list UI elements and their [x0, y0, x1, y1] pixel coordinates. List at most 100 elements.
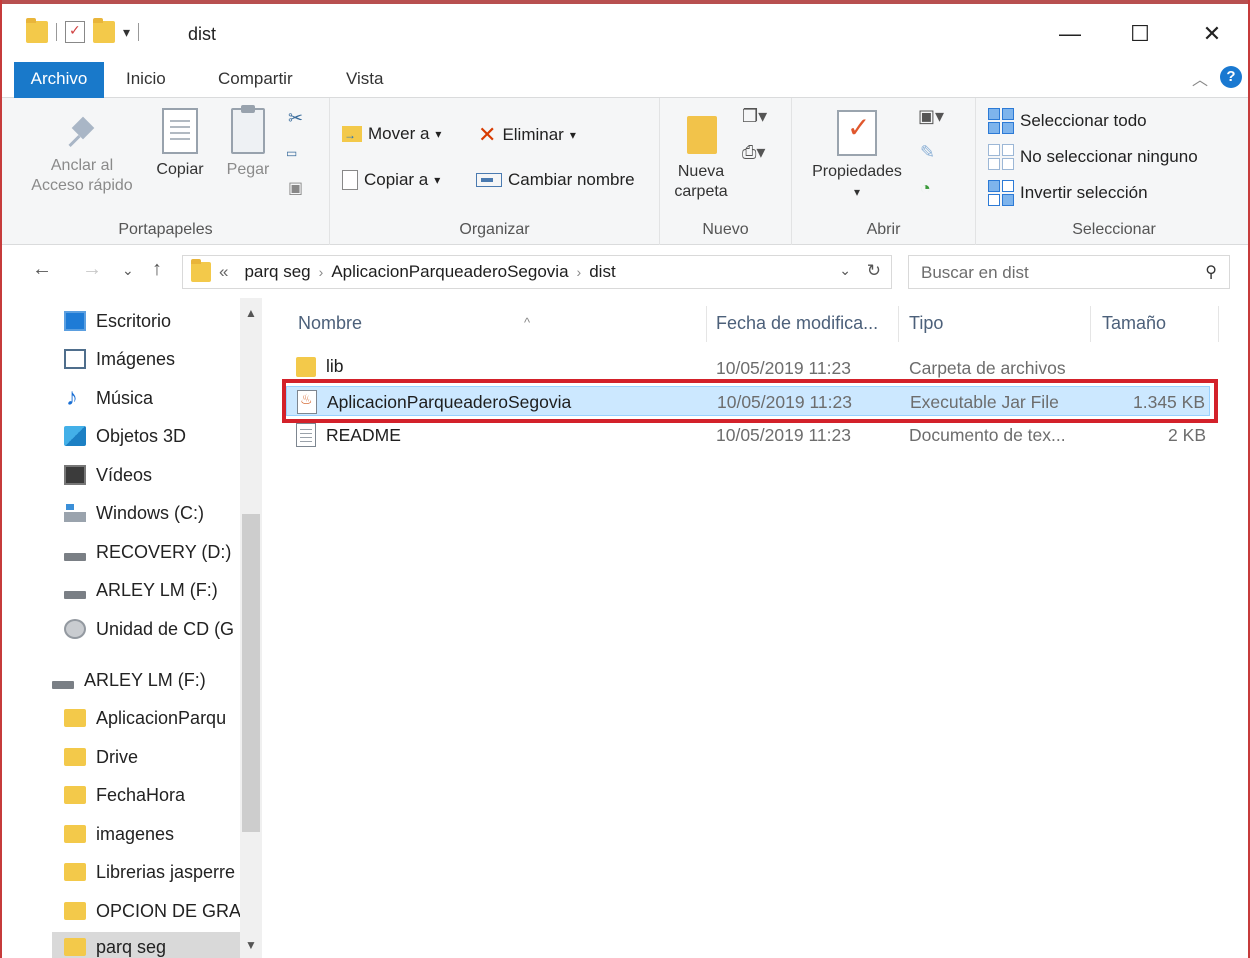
- tab-share[interactable]: Compartir: [218, 62, 293, 98]
- copy-button[interactable]: Copiar: [148, 108, 212, 180]
- copy-to-button[interactable]: Copiar a ▾: [342, 170, 440, 190]
- nav-item-cd-g[interactable]: Unidad de CD (G: [64, 614, 242, 644]
- navigation-scrollbar[interactable]: ▲ ▼: [240, 298, 262, 958]
- copy-icon: [162, 108, 198, 154]
- maximize-button[interactable]: ☐: [1120, 18, 1160, 50]
- history-icon[interactable]: ◔: [920, 178, 931, 199]
- nav-item-desktop[interactable]: Escritorio: [64, 306, 242, 336]
- new-folder-label-line2: carpeta: [674, 183, 728, 200]
- new-folder-icon: [683, 110, 719, 154]
- properties-icon[interactable]: [65, 21, 85, 43]
- properties-button[interactable]: Propiedades ▾: [802, 110, 912, 202]
- column-divider[interactable]: [706, 306, 707, 342]
- search-icon[interactable]: ⚲: [1205, 262, 1217, 282]
- rename-button[interactable]: Cambiar nombre: [476, 170, 635, 190]
- folder-icon: [64, 709, 86, 727]
- search-input[interactable]: Buscar en dist ⚲: [908, 255, 1230, 289]
- column-divider[interactable]: [1090, 306, 1091, 342]
- cut-icon[interactable]: ✂: [288, 108, 303, 129]
- collapse-ribbon-icon[interactable]: ︿: [1192, 66, 1208, 90]
- address-bar-row: ← → ⌄ ↑ « parq seg › AplicacionParqueade…: [2, 246, 1248, 298]
- column-header-name[interactable]: Nombre ^: [298, 310, 698, 336]
- rename-label: Cambiar nombre: [508, 170, 635, 189]
- select-group-label: Seleccionar: [1072, 221, 1156, 238]
- delete-icon: ✕: [478, 122, 497, 147]
- column-header-date[interactable]: Fecha de modifica...: [716, 310, 878, 336]
- new-group-label: Nuevo: [702, 221, 749, 238]
- back-arrow-icon[interactable]: ←: [32, 258, 52, 281]
- select-all-button[interactable]: Seleccionar todo: [988, 108, 1147, 134]
- tab-home[interactable]: Inicio: [126, 62, 166, 98]
- folder-icon: [64, 863, 86, 881]
- open-icon[interactable]: ▣▾: [918, 106, 944, 127]
- nav-folder-aplicacion[interactable]: AplicacionParqu: [64, 703, 242, 733]
- column-name-label: Nombre: [298, 313, 363, 333]
- nav-item-pictures[interactable]: Imágenes: [64, 344, 242, 374]
- address-dropdown-chevron-icon[interactable]: ⌄: [839, 262, 851, 279]
- customize-toolbar-chevron-icon[interactable]: ▾: [123, 24, 130, 41]
- copy-label: Copiar: [156, 161, 204, 178]
- nav-folder-opcion[interactable]: OPCION DE GRA: [64, 896, 242, 926]
- tab-view[interactable]: Vista: [346, 62, 384, 98]
- drive-icon: [52, 681, 74, 689]
- copy-path-icon[interactable]: ▭: [286, 146, 297, 160]
- navigation-pane: Escritorio Imágenes Música Objetos 3D Ví…: [2, 298, 264, 958]
- scrollbar-thumb[interactable]: [242, 514, 260, 832]
- breadcrumb-parq-seg[interactable]: parq seg: [244, 262, 310, 282]
- column-header-size[interactable]: Tamaño: [1102, 310, 1166, 336]
- delete-button[interactable]: ✕ Eliminar ▾: [478, 122, 576, 148]
- nav-folder-fechahora[interactable]: FechaHora: [64, 780, 242, 810]
- nav-item-label: Drive: [96, 746, 139, 767]
- nav-item-arley-f[interactable]: ARLEY LM (F:): [64, 575, 242, 605]
- paste-button[interactable]: Pegar: [218, 105, 278, 180]
- forward-arrow-icon[interactable]: →: [82, 258, 102, 281]
- nav-item-windows-c[interactable]: Windows (C:): [64, 498, 242, 528]
- nav-item-3d-objects[interactable]: Objetos 3D: [64, 421, 242, 451]
- column-divider[interactable]: [1218, 306, 1219, 342]
- breadcrumb-overflow[interactable]: «: [219, 262, 228, 282]
- scroll-up-icon[interactable]: ▲: [245, 306, 257, 320]
- recent-locations-chevron-icon[interactable]: ⌄: [122, 262, 134, 279]
- breadcrumb-dist[interactable]: dist: [589, 262, 615, 282]
- nav-item-recovery-d[interactable]: RECOVERY (D:): [64, 537, 242, 567]
- column-header-type[interactable]: Tipo: [909, 310, 943, 336]
- pictures-icon: [64, 349, 86, 369]
- nav-item-videos[interactable]: Vídeos: [64, 460, 242, 490]
- paste-shortcut-icon[interactable]: ▣: [288, 178, 303, 198]
- pin-quick-access-button[interactable]: Anclar al Acceso rápido: [22, 114, 142, 196]
- new-folder-icon[interactable]: [93, 18, 115, 43]
- new-item-icon[interactable]: ❐▾: [742, 106, 767, 127]
- help-icon[interactable]: ?: [1220, 66, 1242, 88]
- up-arrow-icon[interactable]: ↑: [152, 258, 162, 281]
- nav-item-arley-f-expanded[interactable]: ARLEY LM (F:): [52, 665, 230, 695]
- new-folder-button[interactable]: Nueva carpeta: [666, 110, 736, 202]
- minimize-button[interactable]: —: [1050, 18, 1090, 50]
- scroll-down-icon[interactable]: ▼: [245, 938, 257, 952]
- breadcrumb-project[interactable]: AplicacionParqueaderoSegovia: [331, 262, 568, 282]
- refresh-icon[interactable]: ↻: [867, 261, 881, 281]
- nav-folder-parq-seg[interactable]: parq seg: [52, 932, 242, 958]
- nav-folder-librerias[interactable]: Librerias jasperre: [64, 857, 242, 887]
- invert-selection-button[interactable]: Invertir selección: [988, 180, 1148, 206]
- select-all-icon: [988, 108, 1014, 134]
- file-row-lib[interactable]: lib 10/05/2019 11:23 Carpeta de archivos: [286, 353, 1210, 383]
- file-name-cell: lib: [296, 356, 344, 377]
- objects3d-icon: [64, 426, 86, 446]
- column-divider[interactable]: [898, 306, 899, 342]
- breadcrumb-separator-icon[interactable]: ›: [319, 264, 324, 280]
- edit-icon[interactable]: ✎: [920, 142, 935, 163]
- nav-item-music[interactable]: Música: [64, 383, 242, 413]
- file-date: 10/05/2019 11:23: [717, 392, 852, 412]
- file-row-aplicacion-jar[interactable]: AplicacionParqueaderoSegovia 10/05/2019 …: [286, 386, 1210, 416]
- easy-access-icon[interactable]: ⎙▾: [742, 142, 765, 163]
- nav-folder-imagenes[interactable]: imagenes: [64, 819, 242, 849]
- move-to-button[interactable]: Mover a ▾: [342, 124, 441, 144]
- address-bar[interactable]: « parq seg › AplicacionParqueaderoSegovi…: [182, 255, 892, 289]
- close-button[interactable]: ✕: [1192, 18, 1232, 50]
- file-row-readme[interactable]: README 10/05/2019 11:23 Documento de tex…: [286, 420, 1210, 450]
- tab-file[interactable]: Archivo: [14, 62, 104, 98]
- breadcrumb-separator-icon[interactable]: ›: [577, 264, 582, 280]
- select-none-button[interactable]: No seleccionar ninguno: [988, 144, 1198, 170]
- nav-folder-drive[interactable]: Drive: [64, 742, 242, 772]
- nav-item-label: Vídeos: [96, 464, 153, 485]
